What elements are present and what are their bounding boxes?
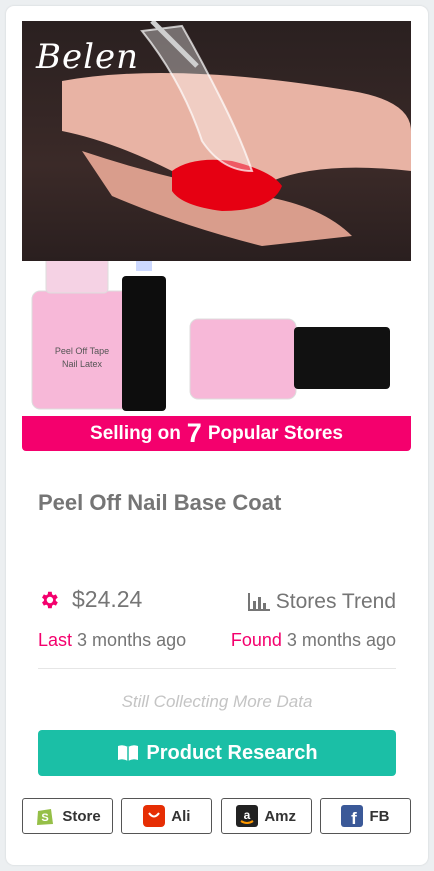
bottle-photo: Peel Off Tape Nail Latex xyxy=(22,230,411,416)
collecting-data-note: Still Collecting More Data xyxy=(121,692,313,711)
svg-text:Nail Latex: Nail Latex xyxy=(62,359,103,369)
promo-prefix: Selling on xyxy=(90,422,181,444)
brand-logo: Belen xyxy=(36,37,139,77)
product-card: Belen Peel Off Tape Nail Latex Selling o… xyxy=(6,6,428,865)
found-date: Found 3 months ago xyxy=(231,630,396,651)
facebook-label: FB xyxy=(369,807,390,825)
aliexpress-button[interactable]: Ali xyxy=(121,798,213,834)
found-value: 3 months ago xyxy=(286,630,396,650)
shopify-icon: S xyxy=(37,809,54,825)
price-row: $24.24 xyxy=(38,586,142,613)
stores-trend-label: Stores Trend xyxy=(275,590,396,613)
nail-photo: Belen xyxy=(22,21,411,261)
facebook-icon: f xyxy=(341,805,364,827)
facebook-button[interactable]: f FB xyxy=(319,798,411,834)
last-value: 3 months ago xyxy=(77,630,187,650)
found-key: Found xyxy=(230,630,282,650)
aliexpress-icon xyxy=(143,805,166,827)
product-research-label: Product Research xyxy=(146,741,318,764)
amazon-button[interactable]: a Amz xyxy=(220,798,312,834)
svg-text:S: S xyxy=(42,812,49,824)
shopify-store-label: Store xyxy=(62,807,101,825)
stores-trend-link[interactable]: Stores Trend xyxy=(247,590,396,614)
book-open-icon xyxy=(118,745,139,761)
gear-icon xyxy=(42,591,58,608)
aliexpress-label: Ali xyxy=(171,807,191,825)
amazon-icon: a xyxy=(236,805,259,827)
product-research-button[interactable]: Product Research xyxy=(38,730,396,776)
last-key: Last xyxy=(38,630,73,650)
store-links: S Store Ali a Amz f FB xyxy=(22,798,411,834)
bar-chart-icon xyxy=(247,593,270,611)
svg-text:Peel Off Tape: Peel Off Tape xyxy=(55,346,109,356)
product-price: $24.24 xyxy=(72,586,143,612)
shopify-store-button[interactable]: S Store xyxy=(22,798,113,834)
svg-text:f: f xyxy=(352,809,358,827)
last-seen: Last 3 months ago xyxy=(38,630,186,651)
bottles-illustration: Peel Off Tape Nail Latex xyxy=(31,230,390,411)
svg-text:a: a xyxy=(244,808,251,822)
promo-suffix: Popular Stores xyxy=(207,422,343,444)
divider xyxy=(38,668,396,669)
selling-stores-banner: Selling on 7 Popular Stores xyxy=(22,416,411,451)
amazon-label: Amz xyxy=(264,807,296,825)
store-count: 7 xyxy=(186,418,202,448)
product-title[interactable]: Peel Off Nail Base Coat xyxy=(38,490,281,516)
product-image[interactable]: Belen Peel Off Tape Nail Latex xyxy=(22,21,411,416)
